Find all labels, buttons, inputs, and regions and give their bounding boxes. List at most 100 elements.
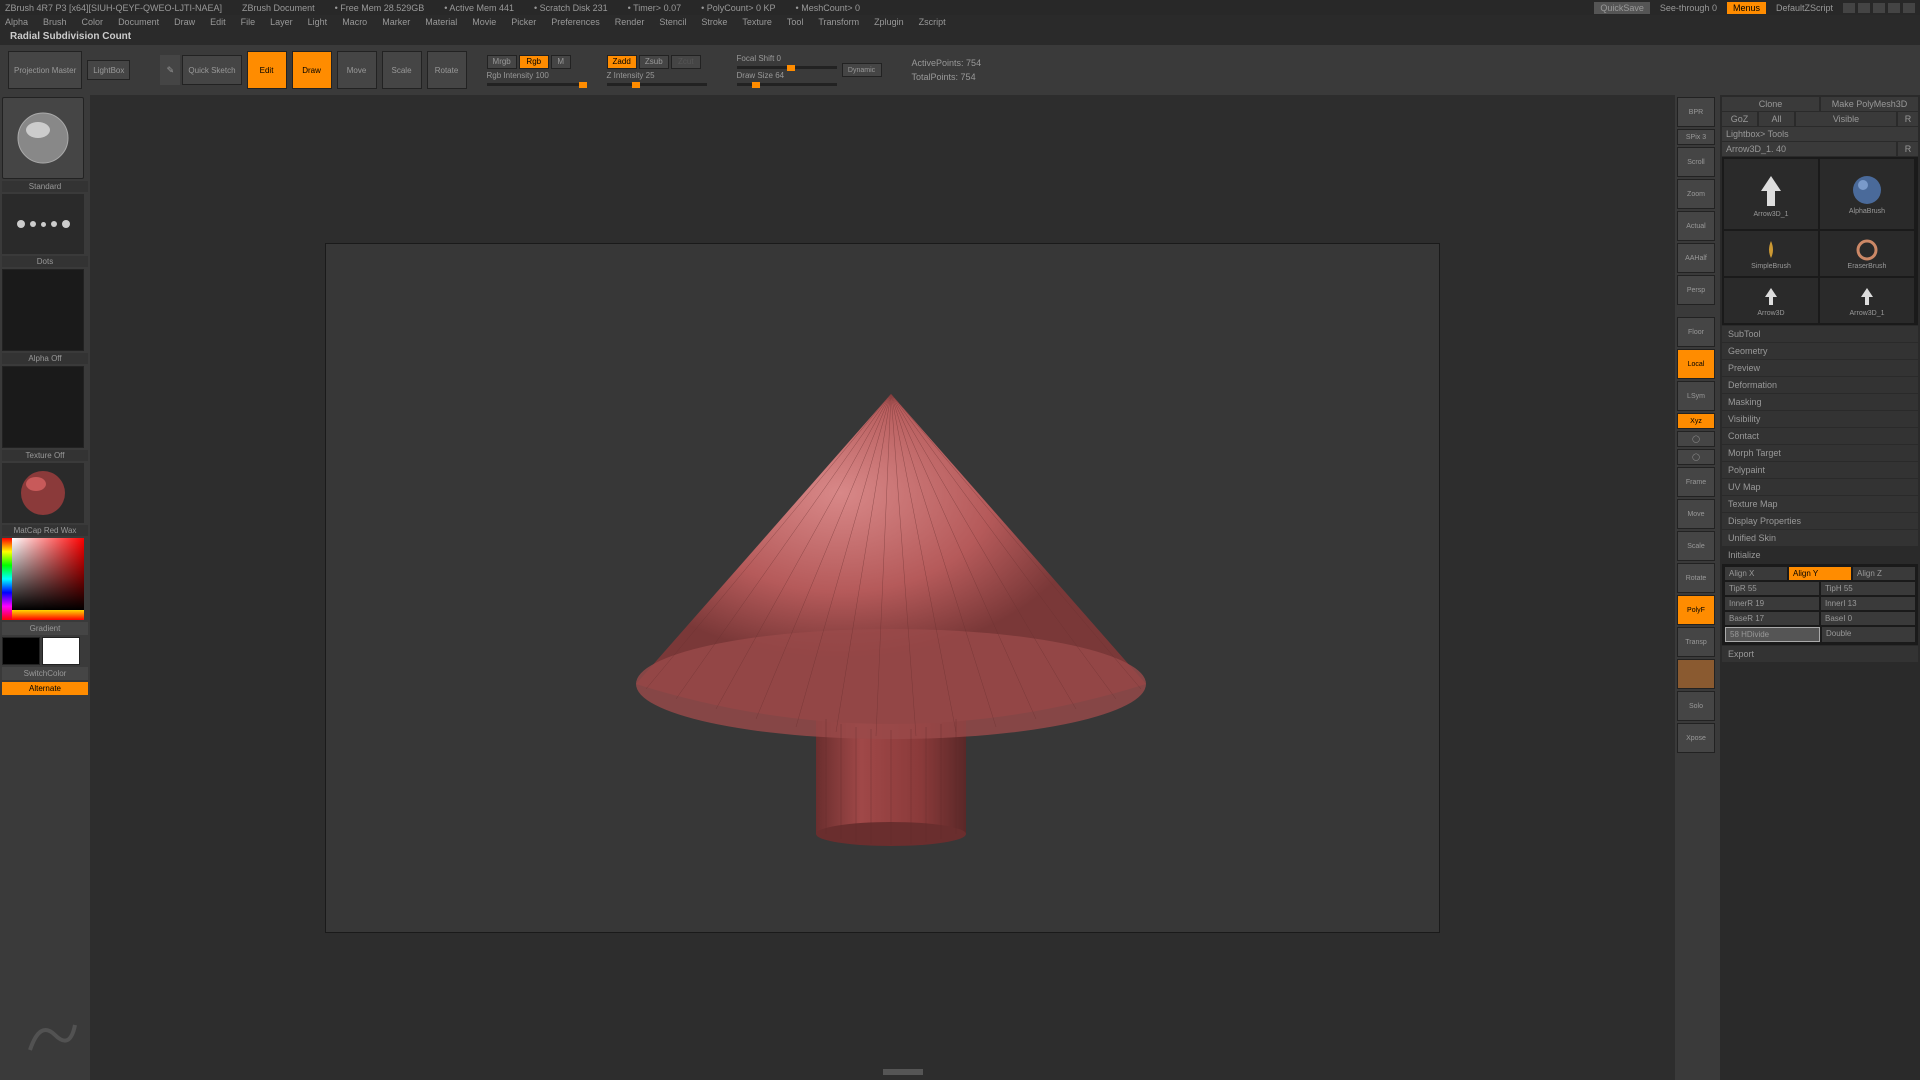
spix-slider[interactable]: SPix 3 xyxy=(1677,129,1715,145)
menu-stroke[interactable]: Stroke xyxy=(701,17,727,27)
draw-size-slider[interactable]: Draw Size 64 xyxy=(737,71,837,86)
menu-document[interactable]: Document xyxy=(118,17,159,27)
menu-light[interactable]: Light xyxy=(308,17,328,27)
focal-shift-slider[interactable]: Focal Shift 0 xyxy=(737,54,837,69)
zcut-button[interactable]: Zcut xyxy=(671,55,701,69)
visible-button[interactable]: Visible xyxy=(1796,112,1896,126)
edit-button[interactable]: Edit xyxy=(247,51,287,89)
menu-texture[interactable]: Texture xyxy=(742,17,772,27)
menu-material[interactable]: Material xyxy=(425,17,457,27)
defaultscript[interactable]: DefaultZScript xyxy=(1776,3,1833,13)
draw-button[interactable]: Draw xyxy=(292,51,332,89)
section-export[interactable]: Export xyxy=(1722,646,1918,662)
section-deformation[interactable]: Deformation xyxy=(1722,377,1918,393)
section-initialize[interactable]: Initialize xyxy=(1722,547,1918,563)
section-geometry[interactable]: Geometry xyxy=(1722,343,1918,359)
local-button[interactable]: Local xyxy=(1677,349,1715,379)
alpha-selector[interactable] xyxy=(2,269,84,351)
menu-picker[interactable]: Picker xyxy=(511,17,536,27)
scroll-button[interactable]: Scroll xyxy=(1677,147,1715,177)
section-texture-map[interactable]: Texture Map xyxy=(1722,496,1918,512)
menu-tool[interactable]: Tool xyxy=(787,17,804,27)
scroll-indicator[interactable] xyxy=(883,1069,923,1075)
projection-master-button[interactable]: Projection Master xyxy=(8,51,82,89)
aahalf-button[interactable]: AAHalf xyxy=(1677,243,1715,273)
seethrough-slider[interactable]: See-through 0 xyxy=(1660,3,1717,13)
secondary-color-swatch[interactable] xyxy=(42,637,80,665)
rgb-button[interactable]: Rgb xyxy=(519,55,549,69)
xyz-button[interactable]: Xyz xyxy=(1677,413,1715,429)
alternate-button[interactable]: Alternate xyxy=(2,682,88,695)
quicksketch-button[interactable]: Quick Sketch xyxy=(182,55,241,85)
section-unified-skin[interactable]: Unified Skin xyxy=(1722,530,1918,546)
texture-selector[interactable] xyxy=(2,366,84,448)
polyf-button[interactable]: PolyF xyxy=(1677,595,1715,625)
section-preview[interactable]: Preview xyxy=(1722,360,1918,376)
section-visibility[interactable]: Visibility xyxy=(1722,411,1918,427)
section-polypaint[interactable]: Polypaint xyxy=(1722,462,1918,478)
viewport[interactable] xyxy=(325,243,1440,933)
menu-preferences[interactable]: Preferences xyxy=(551,17,600,27)
make-polymesh-button[interactable]: Make PolyMesh3D xyxy=(1821,97,1918,111)
menu-edit[interactable]: Edit xyxy=(210,17,226,27)
quicksave-button[interactable]: QuickSave xyxy=(1594,2,1650,14)
menu-render[interactable]: Render xyxy=(615,17,645,27)
section-subtool[interactable]: SubTool xyxy=(1722,326,1918,342)
menu-transform[interactable]: Transform xyxy=(818,17,859,27)
align-x-button[interactable]: Align X xyxy=(1725,567,1787,580)
tiph-slider[interactable]: TipH 55 xyxy=(1821,582,1915,595)
xpose-button[interactable]: Xpose xyxy=(1677,723,1715,753)
tool-arrow3d[interactable]: Arrow3D xyxy=(1724,278,1818,323)
menu-zscript[interactable]: Zscript xyxy=(919,17,946,27)
section-contact[interactable]: Contact xyxy=(1722,428,1918,444)
frame-button[interactable]: Frame xyxy=(1677,467,1715,497)
goz-button[interactable]: GoZ xyxy=(1722,112,1757,126)
clone-button[interactable]: Clone xyxy=(1722,97,1819,111)
floor-button[interactable]: Floor xyxy=(1677,317,1715,347)
ghost-button[interactable] xyxy=(1677,659,1715,689)
m-button[interactable]: M xyxy=(551,55,571,69)
rgb-intensity-slider[interactable]: Rgb Intensity 100 xyxy=(487,71,587,86)
section-uv-map[interactable]: UV Map xyxy=(1722,479,1918,495)
hdivide-slider[interactable]: 58 HDivide xyxy=(1725,627,1820,642)
innerr-slider[interactable]: InnerR 19 xyxy=(1725,597,1819,610)
menu-marker[interactable]: Marker xyxy=(382,17,410,27)
menu-file[interactable]: File xyxy=(241,17,256,27)
gradient-button[interactable]: Gradient xyxy=(2,622,88,635)
menu-movie[interactable]: Movie xyxy=(472,17,496,27)
zsub-button[interactable]: Zsub xyxy=(639,55,669,69)
solo-button[interactable]: Solo xyxy=(1677,691,1715,721)
circle-button[interactable]: ◯ xyxy=(1677,431,1715,447)
inneri-slider[interactable]: InnerI 13 xyxy=(1821,597,1915,610)
lightbox-button[interactable]: LightBox xyxy=(87,60,130,80)
scale-nav-button[interactable]: Scale xyxy=(1677,531,1715,561)
circle2-button[interactable]: ◯ xyxy=(1677,449,1715,465)
double-button[interactable]: Double xyxy=(1822,627,1915,642)
actual-button[interactable]: Actual xyxy=(1677,211,1715,241)
mrgb-button[interactable]: Mrgb xyxy=(487,55,517,69)
menu-zplugin[interactable]: Zplugin xyxy=(874,17,904,27)
all-button[interactable]: All xyxy=(1759,112,1794,126)
lsym-button[interactable]: LSym xyxy=(1677,381,1715,411)
bpr-button[interactable]: BPR xyxy=(1677,97,1715,127)
rotate-button[interactable]: Rotate xyxy=(427,51,467,89)
r-button[interactable]: R xyxy=(1898,112,1918,126)
menu-color[interactable]: Color xyxy=(82,17,104,27)
align-z-button[interactable]: Align Z xyxy=(1853,567,1915,580)
z-intensity-slider[interactable]: Z Intensity 25 xyxy=(607,71,707,86)
menu-layer[interactable]: Layer xyxy=(270,17,293,27)
menu-alpha[interactable]: Alpha xyxy=(5,17,28,27)
stroke-selector[interactable] xyxy=(2,194,84,254)
window-controls[interactable] xyxy=(1843,3,1915,13)
zadd-button[interactable]: Zadd xyxy=(607,55,637,69)
move-button[interactable]: Move xyxy=(337,51,377,89)
menu-macro[interactable]: Macro xyxy=(342,17,367,27)
switchcolor-button[interactable]: SwitchColor xyxy=(2,667,88,680)
tool-arrow3d-1[interactable]: Arrow3D_1 xyxy=(1724,159,1818,229)
color-picker[interactable] xyxy=(2,538,84,620)
align-y-button[interactable]: Align Y xyxy=(1789,567,1851,580)
menu-brush[interactable]: Brush xyxy=(43,17,67,27)
menu-stencil[interactable]: Stencil xyxy=(659,17,686,27)
tool-eraserbrush[interactable]: EraserBrush xyxy=(1820,231,1914,276)
basei-slider[interactable]: BaseI 0 xyxy=(1821,612,1915,625)
